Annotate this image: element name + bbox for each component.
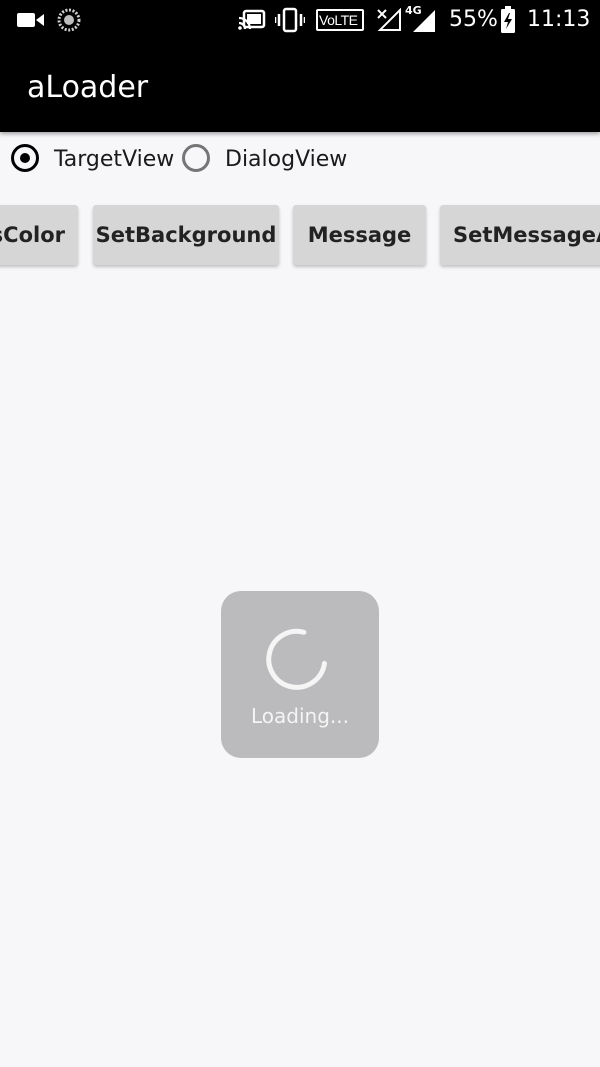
volte-label: VoLTE [319, 12, 358, 28]
set-progress-color-button[interactable]: sColor [0, 205, 78, 265]
button-strip[interactable]: sColor SetBackground Message SetMessageA [0, 200, 600, 274]
battery-percent: 55% [449, 7, 498, 32]
vibrate-icon [275, 7, 305, 33]
spinner-icon [266, 628, 327, 690]
sync-icon [57, 8, 81, 32]
no-signal-icon [377, 8, 401, 31]
loading-dialog: Loading... [221, 591, 379, 758]
radio-dialog-view-label: DialogView [225, 147, 348, 172]
cast-icon [238, 9, 266, 30]
loading-message: Loading... [251, 704, 349, 728]
video-camera-icon [17, 13, 44, 27]
radio-target-view-label: TargetView [54, 147, 175, 172]
message-button[interactable]: Message [293, 205, 426, 265]
radio-target-view[interactable]: TargetView [11, 142, 176, 180]
app-title: aLoader [27, 70, 149, 105]
set-message-appearance-button[interactable]: SetMessageA [440, 205, 600, 265]
radio-dialog-view[interactable]: DialogView [182, 142, 347, 180]
radio-unchecked-icon [182, 144, 210, 172]
radio-checked-icon [11, 144, 39, 172]
set-background-button[interactable]: SetBackground [93, 205, 279, 265]
signal-4g-icon: 4G [405, 5, 437, 34]
status-bar: VoLTE 4G 55% 11:13 [0, 0, 600, 40]
app-bar: aLoader [0, 40, 600, 132]
battery-charging-icon [501, 6, 515, 33]
volte-icon: VoLTE [316, 9, 364, 31]
clock: 11:13 [527, 7, 591, 32]
